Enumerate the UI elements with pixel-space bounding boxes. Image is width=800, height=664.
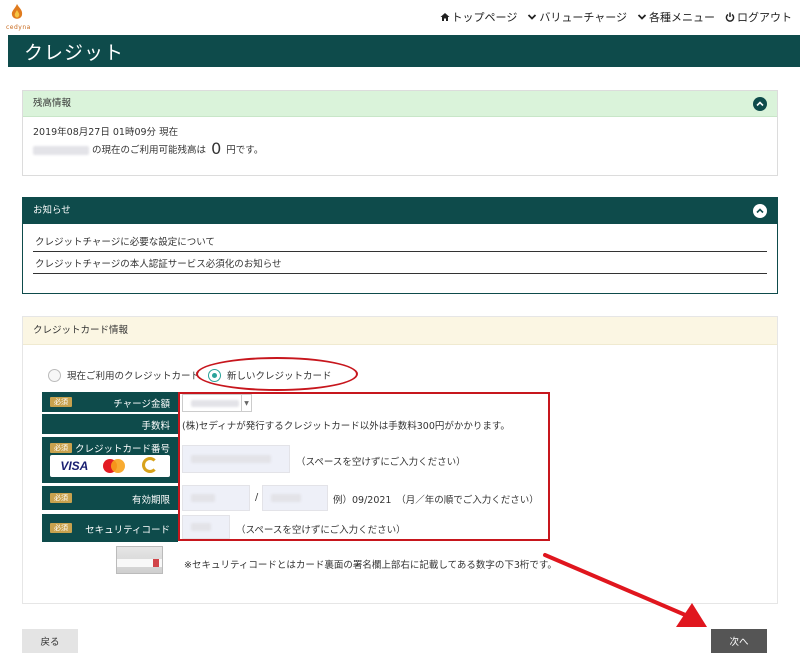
- label-fee: 手数料: [42, 414, 178, 434]
- balance-panel: 残高情報 2019年08月27日 01時09分 現在 の現在のご利用可能残高は …: [22, 90, 778, 176]
- chevron-down-icon: [637, 14, 647, 20]
- label-expiry-text: 有効期限: [131, 495, 170, 506]
- balance-panel-header[interactable]: 残高情報: [23, 91, 777, 117]
- security-code-note: （スペースを空けずにご入力ください）: [236, 525, 406, 536]
- card-number-input[interactable]: [182, 445, 290, 473]
- dropdown-arrow-icon: ▼: [241, 395, 251, 411]
- next-button[interactable]: 次へ: [711, 629, 767, 653]
- card-number-note: （スペースを空けずにご入力ください）: [296, 457, 466, 468]
- required-badge: 必須: [50, 523, 72, 533]
- label-security-code-text: セキュリティコード: [85, 525, 170, 536]
- notice-panel-header[interactable]: お知らせ: [23, 198, 777, 224]
- label-expiry: 必須 有効期限: [42, 486, 178, 510]
- balance-line: の現在のご利用可能残高は 0 円です。: [33, 141, 767, 159]
- masked-expiry-year: [271, 494, 301, 502]
- notice-panel: お知らせ クレジットチャージに必要な設定について クレジットチャージの本人認証サ…: [22, 197, 778, 294]
- page-title: クレジット: [24, 42, 125, 64]
- mastercard-logo-icon: [101, 458, 127, 474]
- chevron-down-icon: [528, 14, 537, 20]
- radio-current-card-label[interactable]: 現在ご利用のクレジットカード: [67, 368, 200, 382]
- masked-user-name: [33, 146, 89, 155]
- security-code-help: ※セキュリティコードとはカード裏面の署名欄上部右に記載してある数字の下3桁です。: [184, 560, 557, 571]
- balance-panel-body: 2019年08月27日 01時09分 現在 の現在のご利用可能残高は 0 円です…: [23, 117, 777, 167]
- masked-security-code: [191, 523, 211, 531]
- radio-current-card[interactable]: [48, 368, 61, 382]
- cedyna-logo-icon: [140, 457, 160, 475]
- label-charge-amount-text: チャージ金額: [113, 399, 170, 410]
- label-fee-text: 手数料: [141, 421, 170, 432]
- page-header: クレジット: [8, 35, 800, 67]
- masked-selected-amount: [191, 400, 239, 407]
- nav-value-charge-label: バリューチャージ: [539, 11, 627, 24]
- nav-top-page-label: トップページ: [451, 11, 518, 24]
- security-code-input[interactable]: [182, 515, 230, 539]
- power-icon: [725, 12, 735, 22]
- security-code-card-image: [116, 546, 163, 574]
- expiry-year-input[interactable]: [262, 485, 328, 511]
- charge-amount-select[interactable]: ▼: [182, 394, 252, 412]
- credit-card-panel-header: クレジットカード情報: [23, 317, 777, 345]
- label-security-code: 必須 セキュリティコード: [42, 514, 178, 542]
- balance-panel-title: 残高情報: [33, 98, 72, 109]
- label-charge-amount: 必須 チャージ金額: [42, 392, 178, 412]
- top-navigation: トップページ バリューチャージ 各種メニュー ログアウト: [440, 9, 792, 25]
- notice-list: クレジットチャージに必要な設定について クレジットチャージの本人認証サービス必須…: [23, 224, 777, 274]
- balance-amount: 0: [211, 139, 222, 158]
- brand-logo[interactable]: cedyna: [6, 4, 31, 32]
- masked-expiry-month: [191, 494, 215, 502]
- credit-card-panel-title: クレジットカード情報: [33, 325, 129, 336]
- masked-card-number: [191, 455, 271, 463]
- notice-link-settings[interactable]: クレジットチャージに必要な設定について: [33, 230, 767, 252]
- fee-note: (株)セディナが発行するクレジットカード以外は手数料300円がかかります。: [182, 421, 510, 432]
- brand-name: cedyna: [6, 24, 31, 31]
- radio-new-card[interactable]: [208, 368, 222, 382]
- flame-logo-icon: [11, 4, 23, 19]
- nav-value-charge[interactable]: バリューチャージ: [527, 9, 627, 25]
- notice-panel-title: お知らせ: [33, 205, 71, 216]
- nav-menus-label: 各種メニュー: [649, 11, 715, 24]
- balance-text-after: 円です。: [226, 145, 264, 156]
- card-choice-radio-group: 現在ご利用のクレジットカード 新しいクレジットカード: [48, 368, 340, 382]
- chevron-up-icon[interactable]: [753, 97, 767, 111]
- visa-logo: VISA: [60, 459, 89, 473]
- home-icon: [440, 13, 450, 21]
- expiry-month-input[interactable]: [182, 485, 250, 511]
- expiry-separator: /: [255, 492, 259, 503]
- required-badge: 必須: [50, 397, 72, 407]
- expiry-note: 例）09/2021 （月／年の順でご入力ください）: [333, 495, 539, 506]
- balance-text-before: の現在のご利用可能残高は: [92, 145, 207, 156]
- accepted-card-brands: VISA: [50, 455, 170, 477]
- notice-link-3d-secure[interactable]: クレジットチャージの本人認証サービス必須化のお知らせ: [33, 252, 767, 274]
- radio-new-card-label[interactable]: 新しいクレジットカード: [227, 368, 332, 382]
- balance-datetime: 2019年08月27日 01時09分 現在: [33, 127, 179, 138]
- nav-logout-label: ログアウト: [737, 11, 792, 24]
- label-card-number: 必須 クレジットカード番号 VISA: [42, 437, 178, 483]
- nav-menus[interactable]: 各種メニュー: [637, 9, 715, 25]
- required-badge: 必須: [50, 443, 72, 453]
- label-card-number-text: クレジットカード番号: [74, 444, 170, 455]
- required-badge: 必須: [50, 493, 72, 503]
- nav-logout[interactable]: ログアウト: [725, 9, 792, 25]
- back-button[interactable]: 戻る: [22, 629, 78, 653]
- nav-top-page[interactable]: トップページ: [440, 9, 518, 25]
- chevron-up-icon[interactable]: [753, 204, 767, 218]
